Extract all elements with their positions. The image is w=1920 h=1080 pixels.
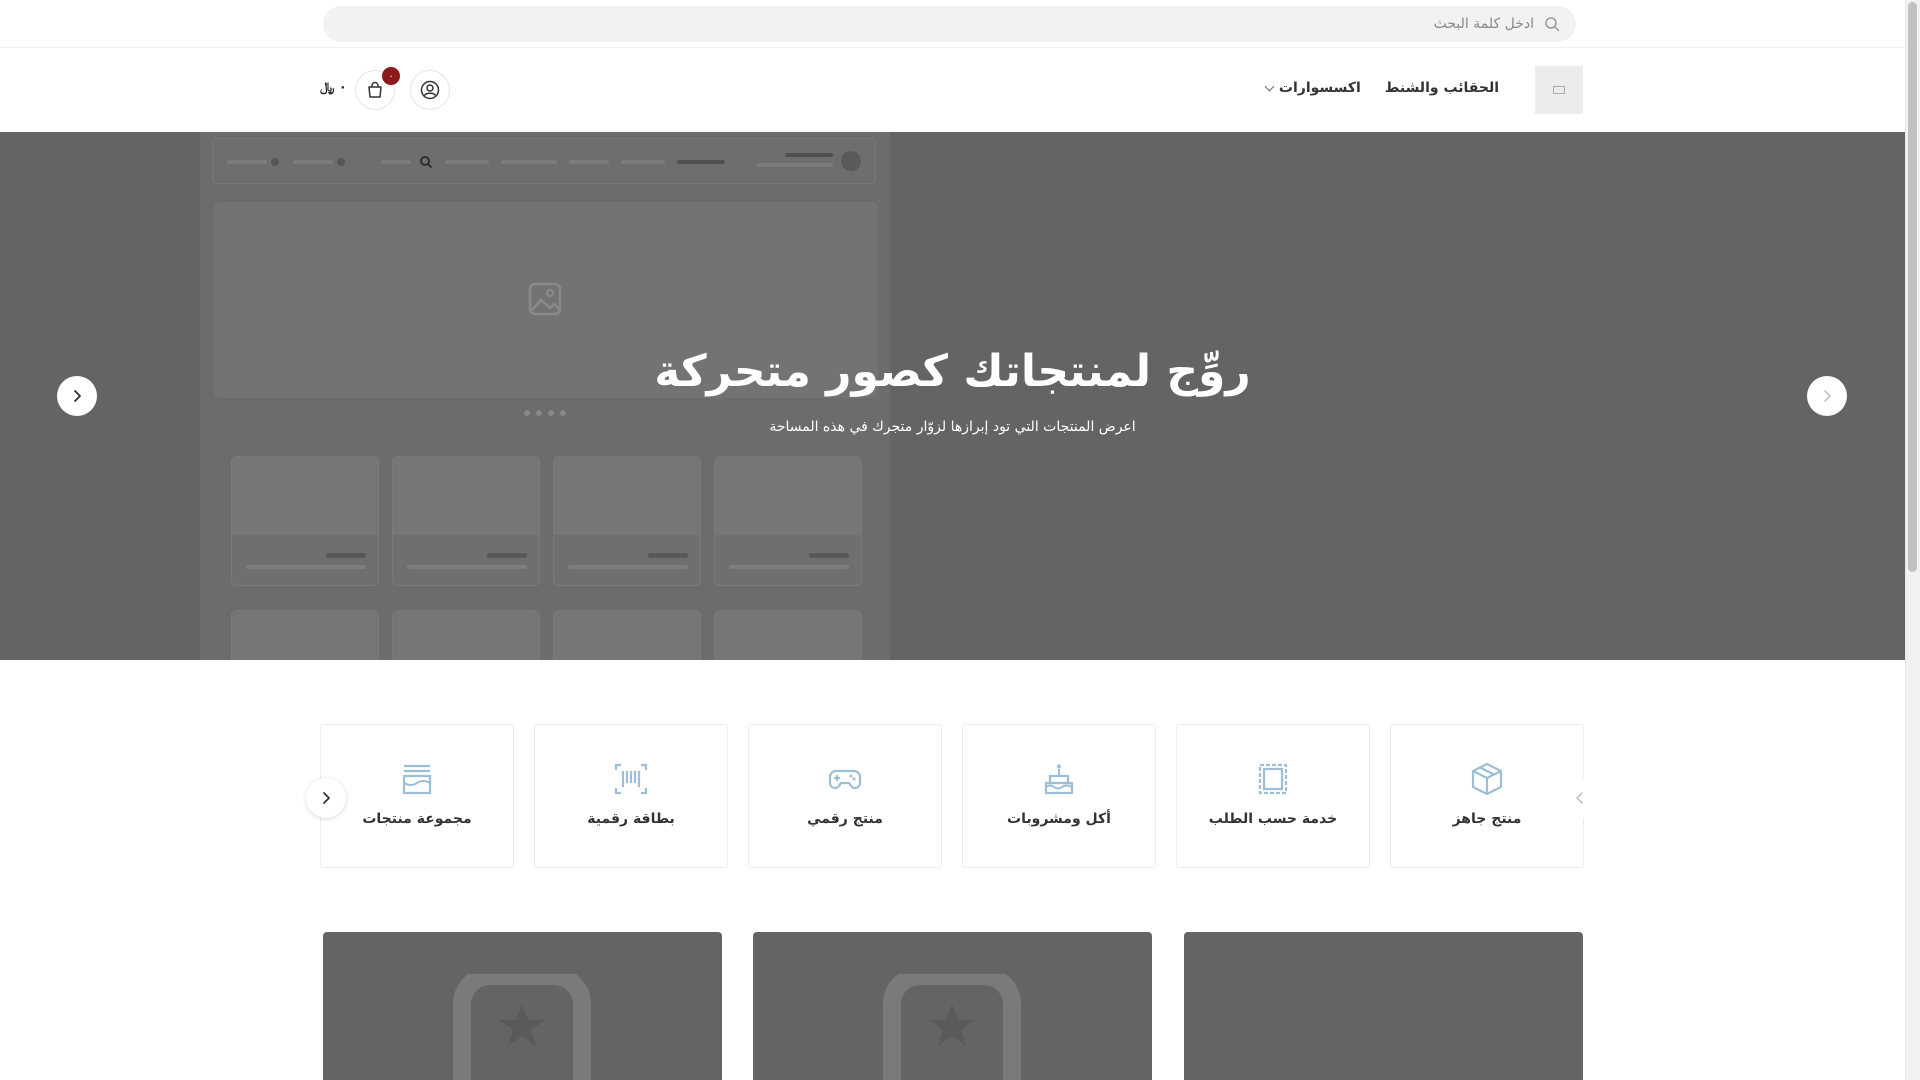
category-label: منتج جاهز xyxy=(1452,811,1522,827)
placeholder-product-icon xyxy=(453,974,591,1080)
user-icon xyxy=(420,80,440,100)
mock-dot xyxy=(337,158,345,166)
stack-icon xyxy=(402,764,432,795)
cake-icon xyxy=(1044,764,1074,795)
search-bar[interactable] xyxy=(323,6,1576,42)
box-icon xyxy=(1471,762,1503,796)
mock-card xyxy=(231,456,379,586)
mock-line xyxy=(677,160,725,164)
category-label: بطاقة رقمية xyxy=(587,811,675,827)
account-button[interactable] xyxy=(410,70,450,110)
mock-dot xyxy=(271,158,279,166)
cart-count-badge: ٠ xyxy=(382,67,400,85)
cart-total: ٠ ﷼ xyxy=(320,80,347,95)
category-card[interactable]: منتج جاهز xyxy=(1390,724,1584,868)
mock-card xyxy=(392,456,540,586)
mock-card xyxy=(714,456,862,586)
mock-line xyxy=(445,160,489,164)
chevron-down-icon xyxy=(1264,81,1275,92)
nav-item-accessories[interactable]: اكسسوارات xyxy=(1264,80,1361,96)
hero-prev-button[interactable] xyxy=(1807,376,1847,416)
product-card[interactable] xyxy=(1184,932,1583,1080)
mock-line xyxy=(227,160,267,164)
hero-next-button[interactable] xyxy=(57,376,97,416)
category-label: خدمة حسب الطلب xyxy=(1208,811,1338,827)
scrollbar-thumb[interactable] xyxy=(1908,2,1917,572)
categories-next-button[interactable] xyxy=(306,778,346,818)
category-card[interactable]: منتج رقمي xyxy=(748,724,942,868)
search-icon xyxy=(1545,17,1560,32)
mock-card xyxy=(714,610,862,660)
nav-item-label: الحقائب والشنط xyxy=(1384,80,1499,96)
shopping-bag-icon xyxy=(368,81,382,98)
mock-line xyxy=(381,160,411,164)
mock-line xyxy=(785,153,833,157)
mock-dot xyxy=(548,410,554,416)
hero-title: روِّج لمنتجاتك كصور متحركة xyxy=(654,346,1251,397)
mock-card xyxy=(392,610,540,660)
hero-slider: روِّج لمنتجاتك كصور متحركة اعرض المنتجات… xyxy=(0,132,1905,660)
page-scrollbar[interactable] xyxy=(1905,0,1920,1080)
nav-item-label: اكسسوارات xyxy=(1278,80,1361,96)
barcode-icon xyxy=(614,763,648,795)
nav-item-bags[interactable]: الحقائب والشنط xyxy=(1385,80,1499,96)
mock-dot xyxy=(560,410,566,416)
chevron-right-icon xyxy=(74,390,81,402)
mock-card xyxy=(231,610,379,660)
category-label: مجموعة منتجات xyxy=(362,811,472,827)
mock-line xyxy=(293,160,333,164)
mock-card xyxy=(553,456,701,586)
mock-header xyxy=(212,138,876,184)
chevron-left-icon xyxy=(1576,792,1583,804)
site-header: الحقائب والشنط اكسسوارات ٠ ٠ ﷼ xyxy=(0,48,1905,132)
categories-prev-button[interactable] xyxy=(1560,778,1600,818)
mock-dot xyxy=(524,410,530,416)
top-search-row xyxy=(0,0,1905,48)
product-card[interactable] xyxy=(323,932,722,1080)
header-actions: ٠ ٠ ﷼ xyxy=(320,67,460,110)
main-nav: الحقائب والشنط اكسسوارات xyxy=(1264,80,1499,96)
image-placeholder-icon xyxy=(1553,86,1565,94)
mock-line xyxy=(757,163,833,167)
search-input[interactable] xyxy=(384,6,1534,42)
category-label: أكل ومشروبات xyxy=(1007,811,1111,827)
mock-line xyxy=(501,160,557,164)
category-card[interactable]: بطاقة رقمية xyxy=(534,724,728,868)
mock-line xyxy=(569,160,609,164)
category-card[interactable]: خدمة حسب الطلب xyxy=(1176,724,1370,868)
gamepad-icon xyxy=(828,769,862,790)
store-logo[interactable] xyxy=(1535,66,1583,114)
hero-subtitle: اعرض المنتجات التي تود إبرازها لزوّار مت… xyxy=(769,419,1136,435)
image-placeholder-icon xyxy=(528,282,562,316)
product-card[interactable] xyxy=(753,932,1152,1080)
mock-search-icon xyxy=(420,156,433,169)
category-card[interactable]: أكل ومشروبات xyxy=(962,724,1156,868)
mock-line xyxy=(621,160,665,164)
ticket-icon xyxy=(1258,763,1288,795)
placeholder-product-icon xyxy=(883,974,1021,1080)
cart-button[interactable]: ٠ xyxy=(355,67,400,110)
page: الحقائب والشنط اكسسوارات ٠ xyxy=(0,0,1920,1080)
chevron-right-icon xyxy=(1824,390,1831,402)
category-label: منتج رقمي xyxy=(807,811,883,827)
chevron-right-icon xyxy=(323,792,330,804)
mock-dot xyxy=(536,410,542,416)
categories-carousel: منتج جاهز خدمة حسب الطلب أكل ومشروبات من… xyxy=(306,724,1604,868)
mock-logo xyxy=(841,151,861,171)
mock-card xyxy=(553,610,701,660)
category-card[interactable]: مجموعة منتجات xyxy=(320,724,514,868)
